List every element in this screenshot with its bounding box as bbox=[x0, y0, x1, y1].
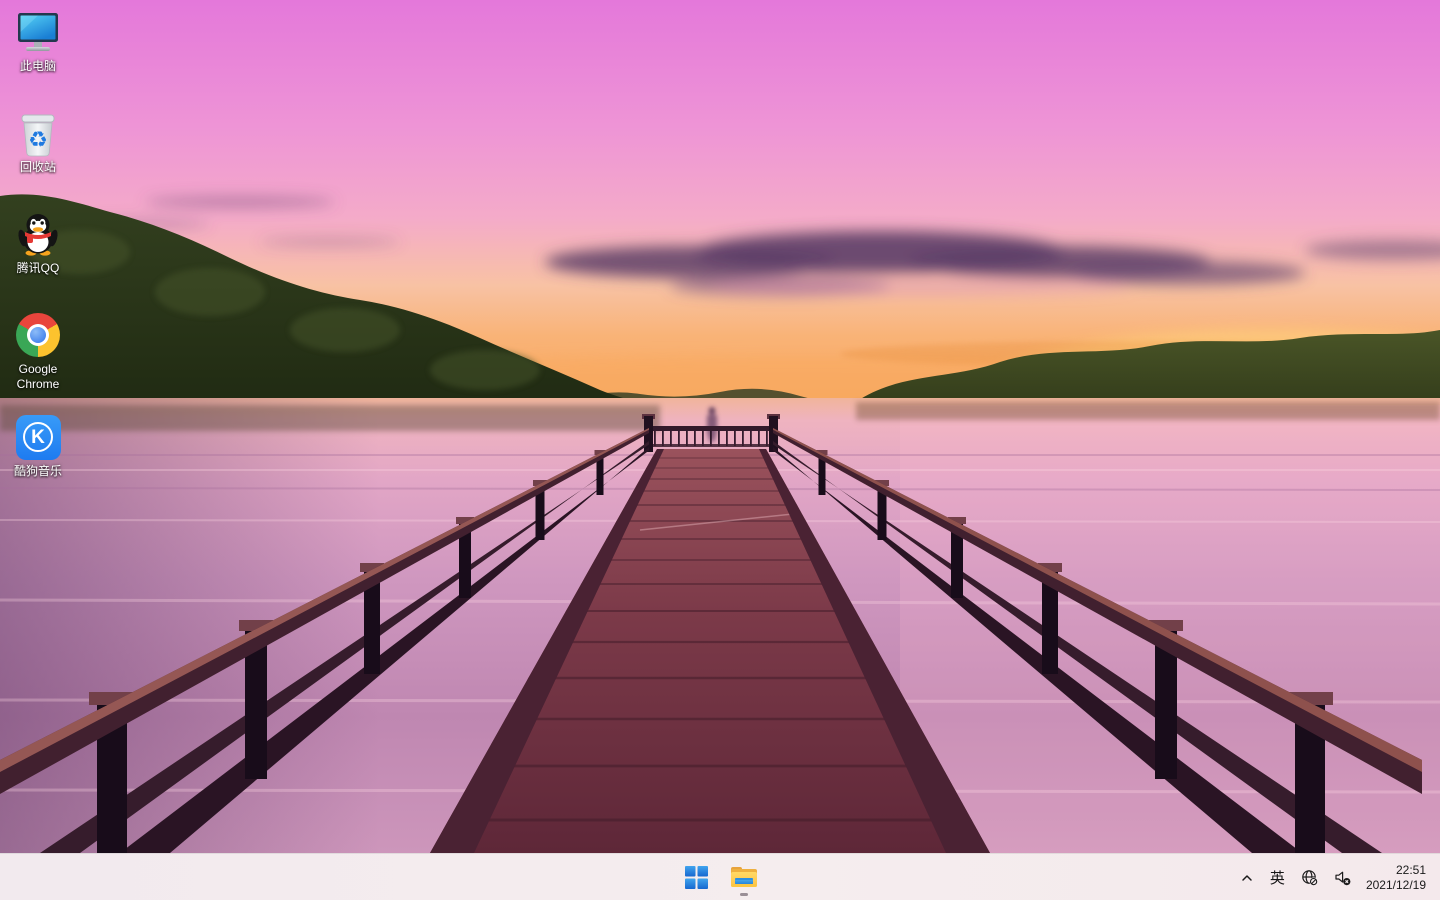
wallpaper bbox=[0, 0, 1440, 853]
chrome-icon bbox=[14, 311, 62, 359]
desktop-icon-recycle-bin[interactable]: ♻ 回收站 bbox=[0, 109, 76, 175]
taskbar: 英 bbox=[0, 853, 1440, 900]
file-explorer-button[interactable] bbox=[724, 858, 764, 898]
desktop-icon-chrome[interactable]: Google Chrome bbox=[0, 311, 76, 392]
tray-time: 22:51 bbox=[1396, 863, 1426, 877]
desktop-icon-qq[interactable]: 腾讯QQ bbox=[0, 210, 76, 276]
start-button[interactable] bbox=[676, 858, 716, 898]
desktop-icon-label: 此电脑 bbox=[20, 59, 56, 74]
chevron-up-icon bbox=[1240, 871, 1254, 885]
tray-chevron-button[interactable] bbox=[1233, 860, 1261, 896]
windows-logo-icon bbox=[685, 866, 708, 889]
monitor-icon bbox=[14, 8, 62, 56]
taskbar-center bbox=[676, 854, 764, 900]
desktop-icon-this-pc[interactable]: 此电脑 bbox=[0, 8, 76, 74]
system-tray: 英 bbox=[1233, 854, 1432, 900]
clock[interactable]: 22:51 2021/12/19 bbox=[1360, 860, 1432, 896]
globe-no-internet-icon bbox=[1301, 869, 1318, 886]
desktop-icon-label: Google Chrome bbox=[2, 362, 74, 392]
desktop-icon-label: 腾讯QQ bbox=[17, 261, 60, 276]
qq-penguin-icon bbox=[14, 210, 62, 258]
running-indicator bbox=[740, 893, 748, 896]
svg-text:♻: ♻ bbox=[28, 128, 48, 153]
volume-button[interactable] bbox=[1327, 860, 1358, 896]
desktop-surface[interactable]: 此电脑 ♻ 回收站 bbox=[0, 0, 1440, 900]
kugou-k-icon: K bbox=[14, 413, 62, 461]
desktop-icon-kugou[interactable]: K 酷狗音乐 bbox=[0, 413, 76, 479]
network-button[interactable] bbox=[1294, 860, 1325, 896]
ime-indicator[interactable]: 英 bbox=[1263, 860, 1292, 896]
folder-icon bbox=[731, 866, 757, 889]
tray-date: 2021/12/19 bbox=[1366, 878, 1426, 892]
recycle-bin-icon: ♻ bbox=[14, 109, 62, 157]
desktop-icon-label: 酷狗音乐 bbox=[14, 464, 62, 479]
speaker-muted-icon bbox=[1334, 869, 1351, 886]
desktop-icon-label: 回收站 bbox=[20, 160, 56, 175]
